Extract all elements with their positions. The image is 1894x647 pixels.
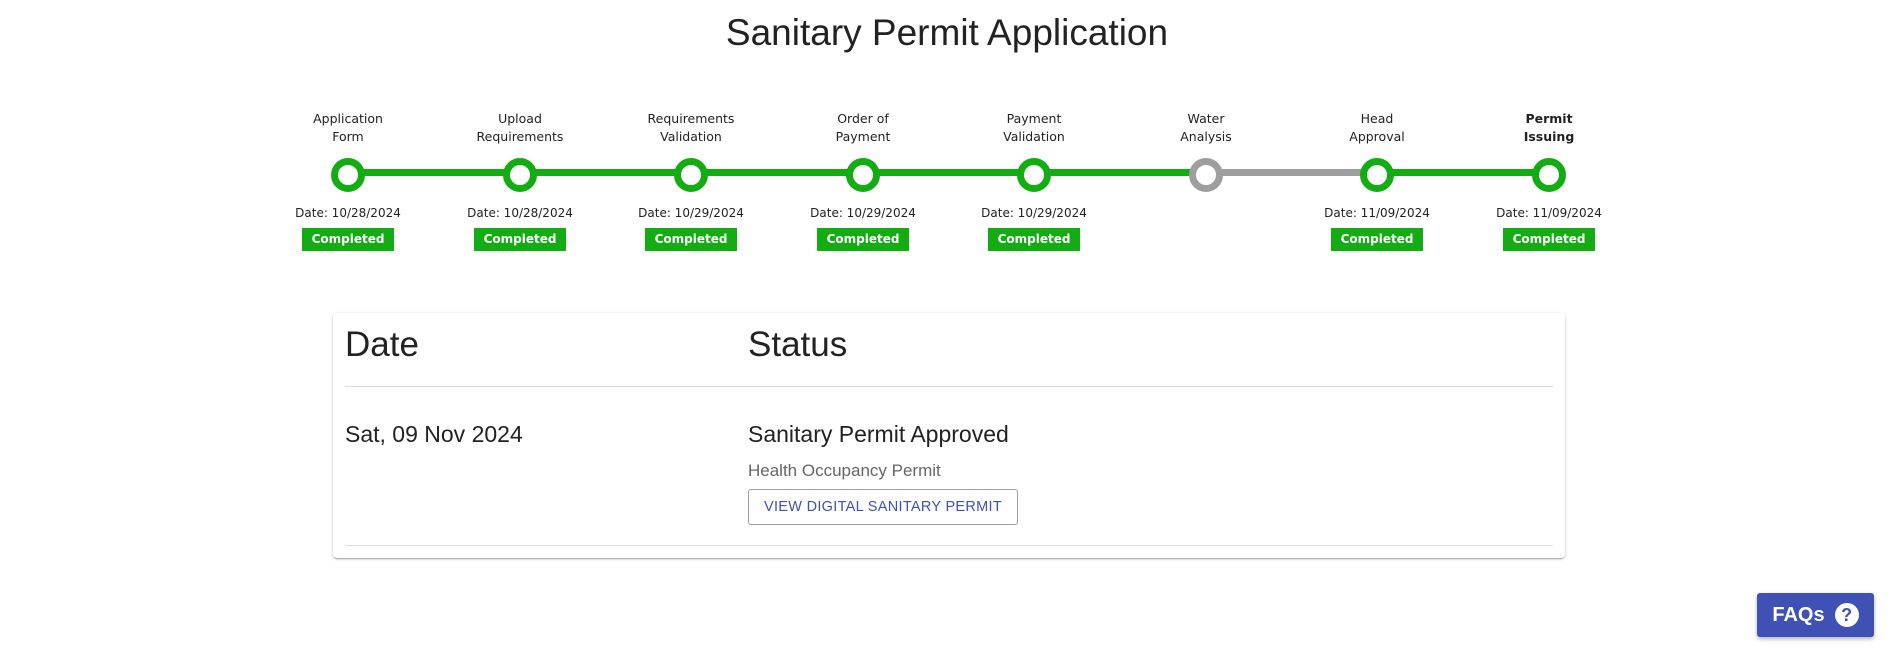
status-history-card: Date Status Sat, 09 Nov 2024 Sanitary Pe… bbox=[333, 313, 1565, 558]
step-date: Date: 10/28/2024 bbox=[467, 206, 573, 220]
faq-label: FAQs bbox=[1772, 603, 1825, 626]
step-complete-icon bbox=[1532, 158, 1566, 192]
step-date: Date: 10/29/2024 bbox=[981, 206, 1087, 220]
status-badge: Completed bbox=[988, 228, 1080, 251]
step-label: Order of Payment bbox=[835, 111, 891, 144]
status-badge: Completed bbox=[1503, 228, 1595, 251]
step-label: Requirements Validation bbox=[647, 111, 735, 144]
step-water-analysis: Water Analysis bbox=[1131, 110, 1281, 256]
step-date: Date: 10/29/2024 bbox=[638, 206, 744, 220]
step-date: Date: 10/28/2024 bbox=[295, 206, 401, 220]
step-label: Payment Validation bbox=[1003, 111, 1065, 144]
step-label: Head Approval bbox=[1349, 111, 1405, 144]
step-order-of-payment: Order of Payment Date: 10/29/2024 Comple… bbox=[788, 110, 938, 251]
progress-stepper: Application Form Date: 10/28/2024 Comple… bbox=[0, 0, 1894, 260]
step-date: Date: 10/29/2024 bbox=[810, 206, 916, 220]
step-label: Water Analysis bbox=[1180, 111, 1232, 144]
step-complete-icon bbox=[1017, 158, 1051, 192]
step-complete-icon bbox=[1360, 158, 1394, 192]
status-badge: Completed bbox=[645, 228, 737, 251]
status-badge: Completed bbox=[474, 228, 566, 251]
date-column-header: Date bbox=[345, 325, 419, 364]
step-label: Application Form bbox=[313, 111, 383, 144]
row-date: Sat, 09 Nov 2024 bbox=[345, 421, 523, 447]
view-digital-permit-button[interactable]: VIEW DIGITAL SANITARY PERMIT bbox=[748, 489, 1019, 525]
step-permit-issuing: Permit Issuing Date: 11/09/2024 Complete… bbox=[1474, 110, 1624, 251]
step-complete-icon bbox=[846, 158, 880, 192]
divider bbox=[345, 386, 1553, 387]
status-badge: Completed bbox=[1331, 228, 1423, 251]
step-complete-icon bbox=[331, 158, 365, 192]
help-icon: ? bbox=[1834, 603, 1859, 627]
divider bbox=[345, 545, 1553, 546]
step-payment-validation: Payment Validation Date: 10/29/2024 Comp… bbox=[959, 110, 1109, 251]
step-upload-requirements: Upload Requirements Date: 10/28/2024 Com… bbox=[445, 110, 595, 251]
step-requirements-validation: Requirements Validation Date: 10/29/2024… bbox=[616, 110, 766, 251]
step-date: Date: 11/09/2024 bbox=[1324, 206, 1430, 220]
step-date: Date: 11/09/2024 bbox=[1496, 206, 1602, 220]
row-permit-type: Health Occupancy Permit bbox=[748, 461, 941, 480]
step-head-approval: Head Approval Date: 11/09/2024 Completed bbox=[1302, 110, 1452, 251]
step-complete-icon bbox=[674, 158, 708, 192]
step-label: Permit Issuing bbox=[1523, 111, 1575, 144]
status-badge: Completed bbox=[817, 228, 909, 251]
row-status: Sanitary Permit Approved bbox=[748, 421, 1009, 447]
faq-button[interactable]: FAQs ? bbox=[1757, 593, 1874, 637]
step-application-form: Application Form Date: 10/28/2024 Comple… bbox=[273, 110, 423, 251]
step-label: Upload Requirements bbox=[476, 111, 564, 144]
status-badge: Completed bbox=[302, 228, 394, 251]
status-column-header: Status bbox=[748, 325, 848, 364]
step-complete-icon bbox=[503, 158, 537, 192]
step-pending-icon bbox=[1189, 158, 1223, 192]
